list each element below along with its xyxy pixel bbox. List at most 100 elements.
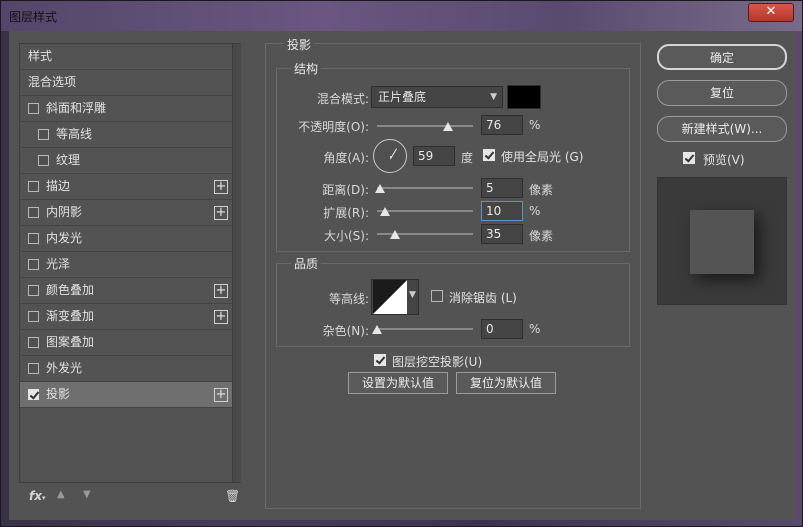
window-title: 图层样式 — [9, 10, 58, 24]
antialias-label: 消除锯齿 (L) — [449, 291, 517, 305]
size-input[interactable]: 35 — [481, 224, 523, 244]
blend-mode-select[interactable]: 正片叠底 ▼ — [371, 86, 503, 108]
style-item[interactable]: 图案叠加 — [20, 330, 232, 356]
style-item-checkbox[interactable] — [28, 337, 39, 348]
contour-preview-icon — [373, 280, 407, 314]
angle-input[interactable]: 59 — [413, 146, 455, 166]
noise-slider-track[interactable] — [377, 328, 473, 330]
style-item-checkbox[interactable] — [28, 233, 39, 244]
style-item-label: 投影 — [46, 387, 71, 401]
style-item-checkbox[interactable] — [38, 129, 49, 140]
spread-input[interactable]: 10 — [481, 201, 523, 221]
opacity-slider-handle[interactable] — [443, 122, 453, 131]
reset-button[interactable]: 复位 — [657, 80, 787, 106]
structure-group: 结构 混合模式: 正片叠底 ▼ 不透明度(O): 76 % 角度(A): 59 — [276, 60, 630, 252]
style-item-label: 等高线 — [56, 127, 93, 141]
global-light-checkbox[interactable] — [483, 149, 495, 161]
style-item[interactable]: 外发光 — [20, 356, 232, 382]
style-item-label: 描边 — [46, 179, 71, 193]
add-effect-icon[interactable]: + — [214, 284, 228, 298]
title-bar[interactable]: 图层样式 ✕ — [1, 1, 802, 31]
style-item-checkbox[interactable] — [28, 103, 39, 114]
style-item[interactable]: 样式 — [20, 44, 232, 70]
style-item-checkbox[interactable] — [38, 155, 49, 166]
noise-input[interactable]: 0 — [481, 319, 523, 339]
close-button[interactable]: ✕ — [748, 3, 794, 22]
style-item-label: 内阴影 — [46, 205, 83, 219]
style-item-checkbox[interactable] — [28, 311, 39, 322]
style-item-checkbox[interactable] — [28, 285, 39, 296]
shadow-color-swatch[interactable] — [507, 85, 541, 109]
fx-button[interactable]: fx▾ — [29, 489, 45, 503]
preview-checkbox[interactable] — [683, 152, 695, 164]
style-item-checkbox[interactable] — [28, 259, 39, 270]
style-item[interactable]: 描边 + — [20, 174, 232, 200]
style-item[interactable]: 颜色叠加 + — [20, 278, 232, 304]
distance-slider-track[interactable] — [377, 187, 473, 189]
move-down-icon[interactable]: ▼ — [83, 489, 91, 500]
global-light-label: 使用全局光 (G) — [501, 150, 584, 164]
style-item-label: 内发光 — [46, 231, 83, 245]
opacity-label: 不透明度(O): — [298, 120, 369, 134]
quality-title: 品质 — [291, 255, 322, 272]
angle-label: 角度(A): — [323, 151, 369, 165]
style-preview — [657, 177, 787, 305]
quality-group: 品质 等高线: ▼ 消除锯齿 (L) 杂色(N): 0 % — [276, 255, 630, 347]
drop-shadow-panel: 投影 结构 混合模式: 正片叠底 ▼ 不透明度(O): 76 % 角度(A): — [265, 36, 641, 509]
spread-slider-track[interactable] — [377, 210, 473, 212]
add-effect-icon[interactable]: + — [214, 180, 228, 194]
ok-button[interactable]: 确定 — [657, 44, 787, 70]
move-up-icon[interactable]: ▲ — [57, 489, 65, 500]
style-list-scrollbar[interactable] — [232, 44, 241, 482]
spread-slider-handle[interactable] — [380, 207, 390, 216]
style-item[interactable]: 内阴影 + — [20, 200, 232, 226]
style-item[interactable]: 投影 + — [20, 382, 232, 408]
antialias-checkbox[interactable] — [431, 290, 443, 302]
style-item[interactable]: 混合选项 — [20, 70, 232, 96]
style-item[interactable]: 内发光 — [20, 226, 232, 252]
distance-input[interactable]: 5 — [481, 178, 523, 198]
chevron-down-icon: ▼ — [490, 92, 497, 102]
contour-picker[interactable]: ▼ — [371, 279, 419, 315]
opacity-slider-track[interactable] — [377, 125, 473, 127]
style-item-label: 光泽 — [46, 257, 71, 271]
spread-unit: % — [529, 204, 541, 218]
style-item-checkbox[interactable] — [28, 389, 39, 400]
preview-square — [690, 210, 754, 274]
preview-label: 预览(V) — [703, 153, 745, 167]
style-item[interactable]: 等高线 — [20, 122, 232, 148]
size-unit: 像素 — [529, 229, 554, 243]
style-item-checkbox[interactable] — [28, 363, 39, 374]
style-item-label: 混合选项 — [28, 75, 77, 89]
knockout-label: 图层挖空投影(U) — [392, 355, 483, 369]
style-item[interactable]: 斜面和浮雕 — [20, 96, 232, 122]
distance-slider-handle[interactable] — [375, 184, 385, 193]
style-item[interactable]: 渐变叠加 + — [20, 304, 232, 330]
new-style-button[interactable]: 新建样式(W)... — [657, 116, 787, 142]
trash-icon[interactable]: 🗑 — [225, 489, 240, 503]
noise-label: 杂色(N): — [322, 324, 369, 338]
style-item-label: 颜色叠加 — [46, 283, 95, 297]
size-slider-handle[interactable] — [390, 230, 400, 239]
layer-style-dialog: 图层样式 ✕ 样式混合选项斜面和浮雕等高线纹理描边 + 内阴影 + 内发光光泽颜色叠加 +… — [0, 0, 803, 527]
distance-label: 距离(D): — [322, 183, 369, 197]
style-item-checkbox[interactable] — [28, 207, 39, 218]
style-item-label: 纹理 — [56, 153, 81, 167]
add-effect-icon[interactable]: + — [214, 206, 228, 220]
opacity-input[interactable]: 76 — [481, 115, 523, 135]
blend-mode-label: 混合模式: — [316, 92, 369, 106]
style-item-label: 外发光 — [46, 361, 83, 375]
set-default-button[interactable]: 设置为默认值 — [348, 372, 448, 394]
add-effect-icon[interactable]: + — [214, 310, 228, 324]
style-item-checkbox[interactable] — [28, 181, 39, 192]
distance-unit: 像素 — [529, 183, 554, 197]
noise-slider-handle[interactable] — [372, 325, 382, 334]
knockout-checkbox[interactable] — [374, 354, 386, 366]
size-label: 大小(S): — [323, 229, 369, 243]
reset-default-button[interactable]: 复位为默认值 — [456, 372, 556, 394]
style-item[interactable]: 纹理 — [20, 148, 232, 174]
add-effect-icon[interactable]: + — [214, 388, 228, 402]
spread-label: 扩展(R): — [323, 206, 369, 220]
style-item[interactable]: 光泽 — [20, 252, 232, 278]
angle-dial[interactable] — [373, 139, 407, 173]
